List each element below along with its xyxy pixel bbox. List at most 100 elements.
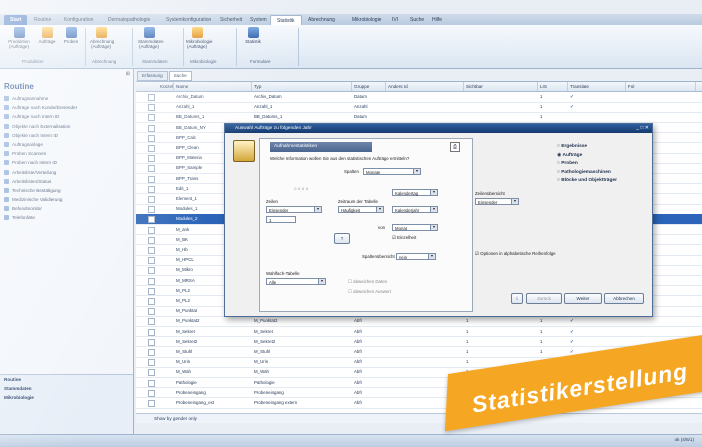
info-button[interactable]: i bbox=[511, 293, 523, 304]
row-checkbox[interactable] bbox=[148, 298, 155, 305]
row-checkbox[interactable] bbox=[148, 236, 155, 244]
row-checkbox[interactable] bbox=[148, 124, 155, 132]
zeilen-count-input[interactable]: 1 bbox=[266, 216, 296, 223]
row-checkbox[interactable] bbox=[148, 277, 155, 285]
column-header[interactable]: Sichtbar bbox=[464, 82, 538, 91]
category-radio[interactable]: ○ Blöcke und Objektträger bbox=[557, 178, 617, 183]
ribbon-tab[interactable]: IVI bbox=[386, 15, 404, 25]
nav-item[interactable]: Arbeitslisten/Status bbox=[2, 177, 132, 186]
row-checkbox[interactable] bbox=[148, 318, 155, 326]
column-header[interactable]: Gruppe bbox=[352, 82, 386, 91]
nav-item[interactable]: Auftragsanlage bbox=[2, 140, 132, 149]
spalten-select[interactable]: Monate ▼ bbox=[363, 168, 421, 175]
row-checkbox[interactable] bbox=[148, 165, 155, 173]
row-checkbox[interactable] bbox=[148, 379, 155, 387]
row-checkbox[interactable] bbox=[148, 389, 155, 397]
nav-item[interactable]: Objekte nach Externalisation bbox=[2, 122, 132, 131]
row-checkbox[interactable] bbox=[148, 287, 155, 295]
ribbon-tab[interactable]: Mikrobiologie bbox=[346, 15, 387, 25]
row-checkbox[interactable] bbox=[148, 369, 155, 377]
row-checkbox[interactable] bbox=[148, 94, 155, 101]
row-checkbox[interactable] bbox=[148, 328, 155, 336]
abweichen-auswert-checkbox[interactable]: ☐ abweichen Auswert bbox=[348, 289, 391, 295]
help-button[interactable]: ? bbox=[334, 233, 350, 244]
ribbon-tab[interactable]: Hilfe bbox=[426, 15, 448, 25]
zeilen-select[interactable]: Einsender ▼ bbox=[266, 206, 322, 213]
column-header[interactable]: Kürzel bbox=[158, 82, 174, 91]
row-checkbox[interactable] bbox=[148, 257, 155, 265]
row-checkbox[interactable] bbox=[148, 267, 155, 275]
row-checkbox[interactable] bbox=[148, 349, 155, 356]
nav-item[interactable]: Aufträge nach Kunde/Einsender bbox=[2, 103, 132, 112]
pin-icon[interactable]: ⊞ bbox=[126, 71, 130, 77]
von-select[interactable]: Monat ▼ bbox=[392, 224, 438, 231]
ribbon-button[interactable]: Abrechnung (Aufträge) bbox=[90, 27, 114, 49]
row-checkbox[interactable] bbox=[148, 400, 155, 407]
column-header[interactable]: Fol bbox=[626, 82, 696, 91]
back-button[interactable]: Zurück bbox=[526, 293, 562, 304]
category-radio[interactable]: ○ Ergebnisse bbox=[557, 144, 587, 149]
ribbon-tab[interactable]: Abrechnung bbox=[302, 15, 341, 25]
next-button[interactable]: Weiter bbox=[564, 293, 602, 304]
zeilen-radio-group[interactable]: ○ ○ ○ ○ bbox=[294, 186, 308, 191]
ribbon-tab[interactable]: Konfiguration bbox=[58, 15, 99, 25]
column-header[interactable]: LIS bbox=[538, 82, 568, 91]
row-checkbox[interactable] bbox=[148, 114, 155, 122]
nav-item[interactable]: Objekte nach Intern ID bbox=[2, 131, 132, 140]
document-tab[interactable]: Erfassung bbox=[137, 71, 168, 81]
column-header[interactable]: Anders Id bbox=[386, 82, 464, 91]
wahl-select[interactable]: Alle ▼ bbox=[266, 278, 326, 285]
nav-section-button[interactable]: Routine bbox=[0, 375, 133, 384]
row-checkbox[interactable] bbox=[148, 104, 155, 112]
nav-item[interactable]: Technische Bestätigung bbox=[2, 186, 132, 195]
category-radio[interactable]: ◉ Aufträge bbox=[557, 153, 582, 158]
ribbon-tab[interactable]: Routine bbox=[28, 15, 57, 25]
column-header[interactable]: Name bbox=[174, 82, 252, 91]
column-header[interactable]: Typ bbox=[252, 82, 352, 91]
ribbon-tab[interactable]: Start bbox=[4, 15, 28, 25]
nav-item[interactable]: Aufträge nach Intern ID bbox=[2, 112, 132, 121]
category-radio[interactable]: ○ Proben bbox=[557, 161, 578, 166]
grid-footer[interactable]: Show by gender only bbox=[136, 413, 702, 423]
ribbon-button[interactable]: Aufträge bbox=[36, 27, 58, 44]
window-controls-icon[interactable]: _ □ ✕ bbox=[636, 124, 649, 133]
ribbon-tab[interactable]: System bbox=[244, 15, 273, 25]
zeitraum-select[interactable]: Häufigkeit ▼ bbox=[338, 206, 384, 213]
nav-item[interactable]: Proben Scannen bbox=[2, 149, 132, 158]
ribbon-button[interactable]: Proben bbox=[60, 27, 82, 44]
nav-section-button[interactable]: Stammdaten bbox=[0, 384, 133, 393]
row-checkbox[interactable] bbox=[148, 175, 155, 183]
nav-item[interactable]: Befundmonitor bbox=[2, 204, 132, 213]
row-checkbox[interactable] bbox=[148, 338, 155, 346]
nav-item[interactable]: Auftragsannahme bbox=[2, 94, 132, 103]
table-row[interactable]: BB_Datums_1 BB_Datums_1 Datum 1 bbox=[136, 112, 702, 123]
zeitraum-select-2[interactable]: Kalenderjahr ▼ bbox=[392, 206, 438, 213]
document-tab[interactable]: Suche bbox=[168, 71, 192, 81]
row-checkbox[interactable] bbox=[148, 155, 155, 163]
ribbon-button[interactable]: Produktion (Aufträge) bbox=[8, 27, 30, 49]
nav-section-button[interactable]: Mikrobiologie bbox=[0, 393, 133, 402]
nav-item[interactable]: Medizinische Validierung bbox=[2, 195, 132, 204]
nav-item[interactable]: Telefonliste bbox=[2, 213, 132, 222]
row-checkbox[interactable] bbox=[148, 196, 155, 203]
row-checkbox[interactable] bbox=[148, 145, 155, 152]
row-checkbox[interactable] bbox=[148, 185, 155, 193]
zeilenuebersicht-select[interactable]: Einsender ▼ bbox=[475, 198, 519, 205]
row-checkbox[interactable] bbox=[148, 226, 155, 234]
nav-item[interactable]: Proben nach Intern ID bbox=[2, 158, 132, 167]
ribbon-tab[interactable]: Dermatopathologie bbox=[102, 15, 156, 25]
cancel-button[interactable]: Abbrechen bbox=[604, 293, 644, 304]
spaltenuebersicht-select[interactable]: nein ▼ bbox=[396, 253, 436, 260]
print-icon[interactable]: ⎙ bbox=[450, 142, 460, 152]
table-row[interactable]: M_Punktat2 M_Punktat2 Abfr 1 1 ✓ bbox=[136, 316, 702, 327]
row-checkbox[interactable] bbox=[148, 216, 155, 224]
row-checkbox[interactable] bbox=[148, 308, 155, 316]
table-row[interactable]: Anzahl_1 Anzahl_1 Anzahl 1 ✓ bbox=[136, 102, 702, 113]
row-checkbox[interactable] bbox=[148, 359, 155, 367]
ribbon-button[interactable]: Stammdaten (Aufträge) bbox=[138, 27, 164, 49]
row-checkbox[interactable] bbox=[148, 206, 155, 214]
ribbon-button[interactable]: Statistik bbox=[242, 27, 264, 44]
table-row[interactable]: M_Sekret M_Sekret Abfr 1 1 ✓ bbox=[136, 327, 702, 338]
zeitraum-select-top[interactable]: Kalendertag ▼ bbox=[392, 189, 438, 196]
einzelheit-checkbox[interactable]: ☑ Einzelheit bbox=[392, 235, 416, 241]
